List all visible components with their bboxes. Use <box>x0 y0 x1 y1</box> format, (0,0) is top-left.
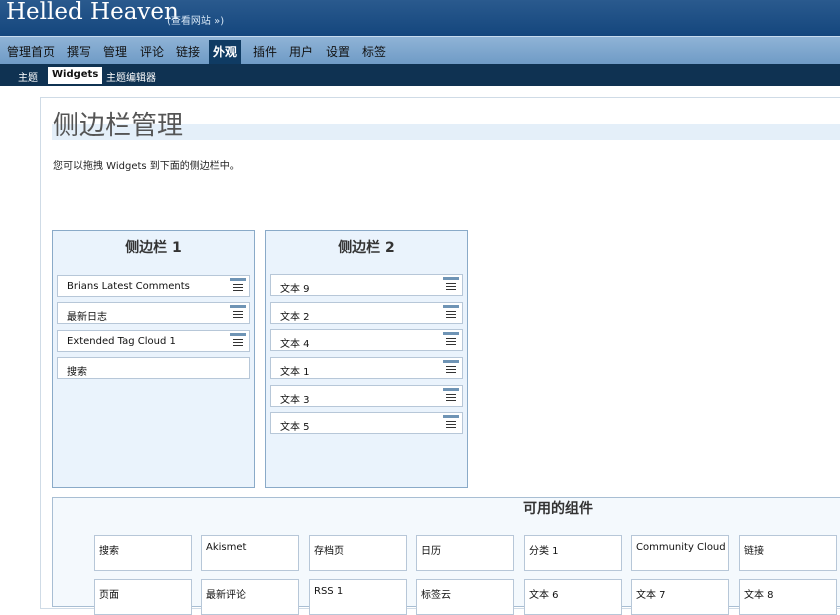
menu-item-tags[interactable]: 标签 <box>362 43 386 60</box>
available-widget-label: 存档页 <box>314 546 344 557</box>
available-widget-recent-comments[interactable]: 最新评论 <box>201 579 299 615</box>
widget-edit-icon[interactable] <box>443 305 459 321</box>
sidebar-2-panel[interactable]: 侧边栏 2 文本 9 文本 2 文本 4 文本 1 文本 3 文本 5 <box>265 230 468 488</box>
sidebar-1-title: 侧边栏 1 <box>125 240 182 256</box>
view-site-link[interactable]: (查看网站 ») <box>167 12 224 27</box>
widget-text-2[interactable]: 文本 2 <box>270 302 463 324</box>
widget-edit-icon[interactable] <box>230 333 246 349</box>
widget-label: Extended Tag Cloud 1 <box>67 336 176 347</box>
available-widget-calendar[interactable]: 日历 <box>416 535 514 571</box>
widget-label: 搜索 <box>67 367 87 378</box>
available-widget-tag-cloud[interactable]: 标签云 <box>416 579 514 615</box>
menu-item-appearance[interactable]: 外观 <box>209 40 242 66</box>
widget-text-9[interactable]: 文本 9 <box>270 274 463 296</box>
widget-text-4[interactable]: 文本 4 <box>270 329 463 351</box>
menu-item-users[interactable]: 用户 <box>289 43 313 60</box>
available-widget-search[interactable]: 搜索 <box>94 535 192 571</box>
available-widget-links[interactable]: 链接 <box>739 535 837 571</box>
available-widgets-title: 可用的组件 <box>523 501 593 517</box>
available-widget-label: 页面 <box>99 590 119 601</box>
menu-item-write[interactable]: 撰写 <box>67 43 91 60</box>
widget-text-5[interactable]: 文本 5 <box>270 412 463 434</box>
widget-edit-icon[interactable] <box>443 332 459 348</box>
widget-label: 文本 4 <box>280 339 310 350</box>
available-widget-label: RSS 1 <box>314 586 344 597</box>
menu-item-dashboard[interactable]: 管理首页 <box>7 43 55 60</box>
widget-edit-icon[interactable] <box>230 278 246 294</box>
sidebar-2-title: 侧边栏 2 <box>338 240 395 256</box>
widget-label: Brians Latest Comments <box>67 281 190 292</box>
widget-extended-tag-cloud[interactable]: Extended Tag Cloud 1 <box>57 330 250 352</box>
widget-recent-posts[interactable]: 最新日志 <box>57 302 250 324</box>
available-widget-label: 文本 6 <box>529 590 559 601</box>
page-title: 侧边栏管理 <box>53 111 184 141</box>
available-widget-label: 日历 <box>421 546 441 557</box>
submenu-item-themes[interactable]: 主题 <box>18 69 38 84</box>
available-widget-label: Community Cloud <box>636 542 726 553</box>
menu-item-manage[interactable]: 管理 <box>103 43 127 60</box>
widget-label: 文本 9 <box>280 284 310 295</box>
available-widget-label: 搜索 <box>99 546 119 557</box>
widget-label: 文本 3 <box>280 395 310 406</box>
widget-label: 文本 2 <box>280 312 310 323</box>
widget-label: 文本 1 <box>280 367 310 378</box>
sidebar-1-panel[interactable]: 侧边栏 1 Brians Latest Comments 最新日志 Extend… <box>52 230 255 488</box>
available-widget-label: 最新评论 <box>206 590 246 601</box>
available-widget-label: 链接 <box>744 546 764 557</box>
available-widget-label: 标签云 <box>421 590 451 601</box>
available-widget-text-8[interactable]: 文本 8 <box>739 579 837 615</box>
submenu-item-widgets[interactable]: Widgets <box>48 67 103 84</box>
widget-edit-icon[interactable] <box>443 360 459 376</box>
available-widget-rss[interactable]: RSS 1 <box>309 579 407 615</box>
available-widget-label: 文本 7 <box>636 590 666 601</box>
available-widget-archives[interactable]: 存档页 <box>309 535 407 571</box>
available-widget-text-6[interactable]: 文本 6 <box>524 579 622 615</box>
site-title[interactable]: Helled Heaven <box>6 0 179 25</box>
available-widgets-panel: 可用的组件 搜索 Akismet 存档页 日历 分类 1 Community C… <box>52 497 840 615</box>
submenu-item-theme-editor[interactable]: 主题编辑器 <box>106 69 156 84</box>
widget-search[interactable]: 搜索 <box>57 357 250 379</box>
widget-brians-latest-comments[interactable]: Brians Latest Comments <box>57 275 250 297</box>
menu-item-plugins[interactable]: 插件 <box>253 43 277 60</box>
available-widget-categories[interactable]: 分类 1 <box>524 535 622 571</box>
widget-text-3[interactable]: 文本 3 <box>270 385 463 407</box>
widget-edit-icon[interactable] <box>443 277 459 293</box>
widget-edit-icon[interactable] <box>443 415 459 431</box>
widget-label: 最新日志 <box>67 312 107 323</box>
menu-item-comments[interactable]: 评论 <box>140 43 164 60</box>
available-widget-community-cloud[interactable]: Community Cloud <box>631 535 729 571</box>
widget-text-1[interactable]: 文本 1 <box>270 357 463 379</box>
widget-label: 文本 5 <box>280 422 310 433</box>
widget-edit-icon[interactable] <box>443 388 459 404</box>
available-widget-label: Akismet <box>206 542 247 553</box>
menu-item-links[interactable]: 链接 <box>176 43 200 60</box>
sub-menu: 主题 Widgets 主题编辑器 <box>0 64 840 86</box>
menu-item-settings[interactable]: 设置 <box>326 43 350 60</box>
available-widget-label: 分类 1 <box>529 546 559 557</box>
header-bar: Helled Heaven (查看网站 ») <box>0 0 840 36</box>
available-widget-label: 文本 8 <box>744 590 774 601</box>
widget-edit-icon[interactable] <box>230 305 246 321</box>
instructions-text: 您可以拖拽 Widgets 到下面的侧边栏中。 <box>53 161 240 172</box>
main-menu: 管理首页 撰写 管理 评论 链接 外观 插件 用户 设置 标签 <box>0 36 840 66</box>
available-widget-akismet[interactable]: Akismet <box>201 535 299 571</box>
available-widget-text-7[interactable]: 文本 7 <box>631 579 729 615</box>
available-widget-pages[interactable]: 页面 <box>94 579 192 615</box>
